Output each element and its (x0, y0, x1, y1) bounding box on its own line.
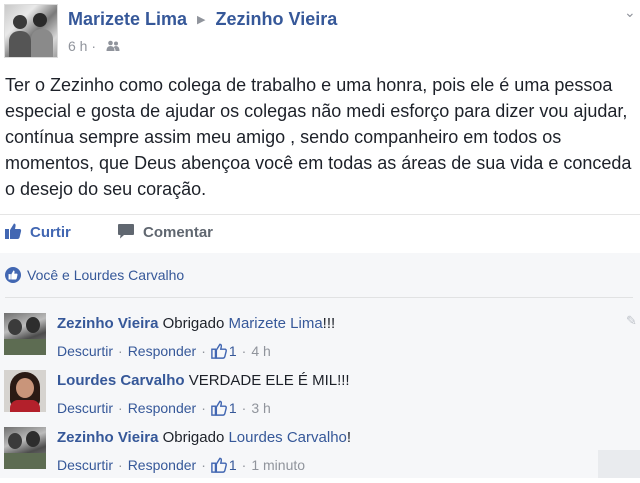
thumbs-up-icon[interactable] (211, 343, 227, 359)
edit-pencil-icon[interactable]: ✎ (626, 313, 637, 329)
comment-item: Zezinho Vieira Obrigado Marizete Lima!!!… (0, 313, 640, 369)
unlike-link[interactable]: Descurtir (57, 400, 113, 416)
comment-like-count[interactable]: 1 (229, 343, 237, 359)
thumbs-up-icon[interactable] (211, 400, 227, 416)
chevron-down-icon[interactable]: ⌄ (624, 4, 636, 21)
comment-time[interactable]: 4 h (251, 343, 270, 359)
comment-text: Zezinho Vieira Obrigado Marizete Lima!!! (57, 315, 335, 332)
author-avatar[interactable] (4, 4, 58, 58)
divider (5, 297, 633, 298)
like-label: Curtir (30, 224, 71, 241)
post-actions: Curtir Comentar (0, 216, 640, 250)
comment-item: Lourdes Carvalho VERDADE ELE É MIL!!! De… (0, 370, 640, 426)
comment-meta: Descurtir · Responder · 1 · 1 minuto (57, 457, 306, 473)
comment-body: Obrigado (162, 429, 229, 446)
commenter-avatar[interactable] (4, 313, 46, 355)
likes-summary-text: Você e Lourdes Carvalho (27, 267, 185, 283)
post-body-text: Ter o Zezinho como colega de trabalho e … (5, 75, 632, 199)
comment-body-suffix: ! (346, 429, 352, 446)
thumbs-up-icon (5, 267, 21, 283)
author-name-link[interactable]: Marizete Lima (68, 9, 187, 29)
commenter-name-link[interactable]: Lourdes Carvalho (57, 372, 185, 389)
reply-link[interactable]: Responder (128, 400, 197, 416)
unlike-link[interactable]: Descurtir (57, 343, 113, 359)
reply-link[interactable]: Responder (128, 457, 197, 473)
comment-body: Obrigado (162, 315, 229, 332)
comment-time[interactable]: 1 minuto (251, 457, 305, 473)
commenter-name-link[interactable]: Zezinho Vieira (57, 315, 158, 332)
comment-text: Zezinho Vieira Obrigado Lourdes Carvalho… (57, 429, 351, 446)
commenter-name-link[interactable]: Zezinho Vieira (57, 429, 158, 446)
reply-link[interactable]: Responder (128, 343, 197, 359)
thumbs-up-icon[interactable] (211, 457, 227, 473)
like-button[interactable]: Curtir (4, 222, 71, 241)
commenter-avatar[interactable] (4, 427, 46, 469)
thumbs-up-icon (5, 223, 22, 239)
comment-like-count[interactable]: 1 (229, 457, 237, 473)
comment-meta: Descurtir · Responder · 1 · 3 h (57, 400, 271, 416)
comment-time[interactable]: 3 h (251, 400, 270, 416)
comment-icon (118, 224, 134, 239)
target-name-link[interactable]: Zezinho Vieira (216, 9, 338, 29)
mention-link[interactable]: Lourdes Carvalho (228, 429, 346, 446)
arrow-right-icon: ▶ (197, 14, 206, 26)
comment-label: Comentar (143, 224, 214, 241)
unlike-link[interactable]: Descurtir (57, 457, 113, 473)
commenter-avatar[interactable] (4, 370, 46, 412)
post-meta: 6 h · (68, 38, 120, 55)
comment-meta: Descurtir · Responder · 1 · 4 h (57, 343, 271, 359)
comment-body: VERDADE ELE É MIL!!! (188, 372, 350, 389)
mention-link[interactable]: Marizete Lima (228, 315, 322, 332)
post-time[interactable]: 6 h (68, 38, 87, 54)
comment-body-suffix: !!! (322, 315, 336, 332)
author-line: Marizete Lima ▶ Zezinho Vieira (68, 9, 337, 30)
comment-like-count[interactable]: 1 (229, 400, 237, 416)
comment-item: Zezinho Vieira Obrigado Lourdes Carvalho… (0, 427, 640, 483)
comment-text: Lourdes Carvalho VERDADE ELE É MIL!!! (57, 372, 350, 389)
corner-overlay (598, 450, 640, 478)
friends-icon[interactable] (106, 39, 120, 55)
post-header: Marizete Lima ▶ Zezinho Vieira 6 h · ⌄ (0, 0, 640, 66)
divider (0, 214, 640, 215)
likes-summary[interactable]: Você e Lourdes Carvalho (5, 267, 184, 283)
